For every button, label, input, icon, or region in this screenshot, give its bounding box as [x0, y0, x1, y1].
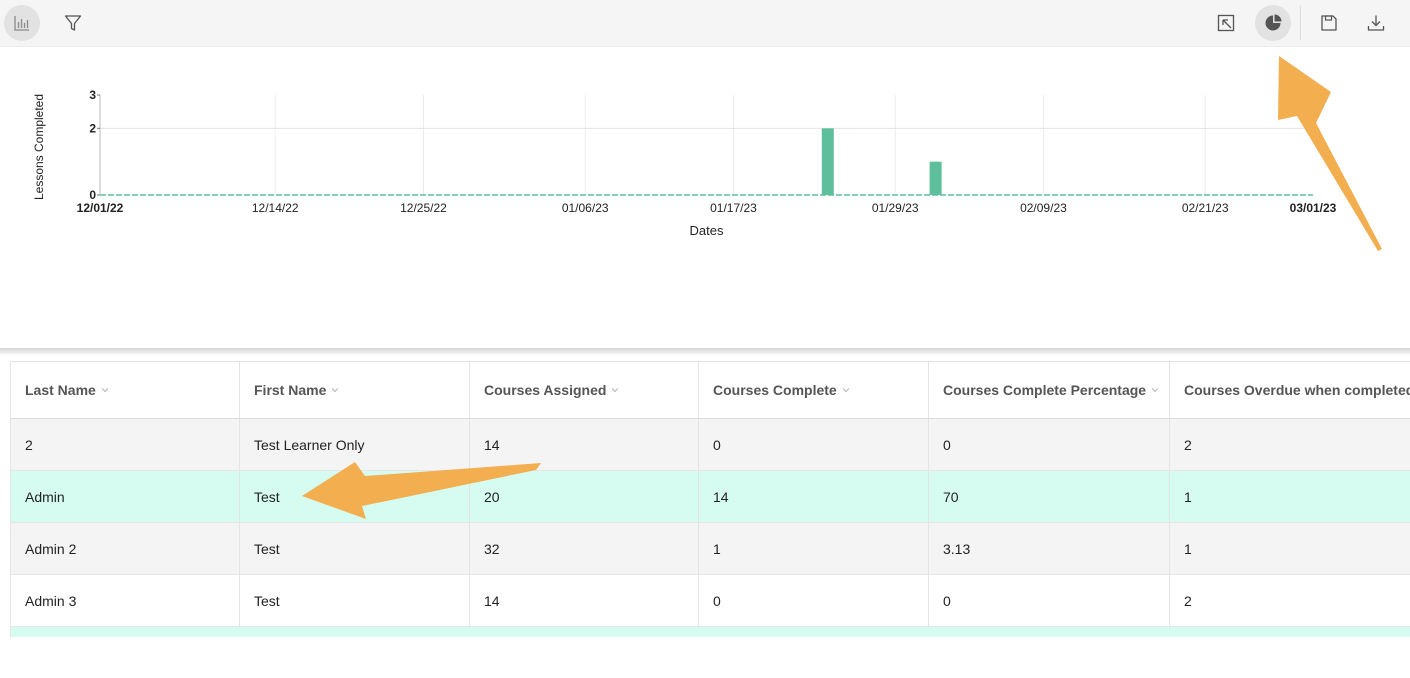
- cell-courses-assigned: 20: [470, 471, 699, 522]
- chart-bar: [821, 128, 834, 195]
- cell-courses-complete: 1: [699, 523, 929, 574]
- cell-last-name: Admin 3: [11, 575, 240, 626]
- pie-chart-icon: [1265, 14, 1282, 31]
- report-page: 0 2 3 12/01/22 12/14/22 12/25/22 01/06/23 01/17…: [0, 0, 1410, 678]
- y-tick-label: 3: [89, 88, 96, 102]
- cell-courses-complete: 0: [699, 575, 929, 626]
- download-button[interactable]: [1358, 5, 1394, 41]
- save-button[interactable]: [1311, 5, 1347, 41]
- x-tick-label: 12/25/22: [400, 201, 447, 215]
- x-tick-label: 12/14/22: [252, 201, 299, 215]
- table-header-row: Last Name First Name Courses Assigned Co…: [11, 362, 1410, 419]
- chevron-down-icon: [101, 388, 109, 393]
- x-tick-label: 01/17/23: [710, 201, 757, 215]
- chevron-down-icon: [1151, 388, 1159, 393]
- chart-divider: [0, 348, 1410, 354]
- column-header-label: Courses Assigned: [484, 382, 607, 398]
- column-header-last-name[interactable]: Last Name: [11, 362, 240, 418]
- chart-bar: [929, 161, 942, 195]
- column-header-label: Courses Overdue when completed: [1184, 382, 1410, 398]
- table-row[interactable]: 2 Test Learner Only 14 0 0 2: [11, 419, 1410, 471]
- cell-first-name: Test: [240, 575, 470, 626]
- toolbar: [0, 0, 1410, 47]
- cell-courses-complete-percentage: 0: [929, 419, 1170, 470]
- column-header-label: Courses Complete: [713, 382, 837, 398]
- cell-courses-complete-percentage: 0: [929, 575, 1170, 626]
- bar-chart-button[interactable]: [4, 5, 40, 41]
- cell-courses-complete-percentage: 70: [929, 471, 1170, 522]
- cell-first-name: Test: [240, 523, 470, 574]
- toolbar-divider: [1300, 6, 1301, 40]
- bar-chart-icon: [14, 16, 29, 31]
- x-tick-label: 12/01/22: [77, 201, 124, 215]
- column-header-courses-complete[interactable]: Courses Complete: [699, 362, 929, 418]
- cell-courses-assigned: 32: [470, 523, 699, 574]
- column-header-label: First Name: [254, 382, 327, 398]
- chevron-down-icon: [842, 388, 850, 393]
- column-header-courses-complete-percentage[interactable]: Courses Complete Percentage: [929, 362, 1170, 418]
- x-tick-label: 03/01/23: [1290, 201, 1337, 215]
- column-header-first-name[interactable]: First Name: [240, 362, 470, 418]
- cell-courses-overdue: 2: [1184, 592, 1192, 609]
- cell-courses-overdue: 2: [1184, 436, 1192, 453]
- cell-last-name: Admin: [11, 471, 240, 522]
- table-row-partial[interactable]: [11, 627, 1410, 637]
- cell-courses-overdue: 1: [1184, 488, 1192, 505]
- download-icon: [1367, 15, 1385, 31]
- column-header-courses-assigned[interactable]: Courses Assigned: [470, 362, 699, 418]
- lessons-chart: 0 2 3 12/01/22 12/14/22 12/25/22 01/06/23 01/17…: [0, 47, 1410, 349]
- table-row-selected[interactable]: Admin Test 20 14 70 1: [11, 471, 1410, 523]
- pop-out-button[interactable]: [1208, 5, 1244, 41]
- pie-chart-button[interactable]: [1255, 5, 1291, 41]
- cell-last-name: Admin 2: [11, 523, 240, 574]
- filter-icon: [64, 15, 82, 31]
- x-tick-label: 02/21/23: [1182, 201, 1229, 215]
- cell-courses-complete: 0: [699, 419, 929, 470]
- column-header-label: Last Name: [25, 382, 96, 398]
- chevron-down-icon: [332, 388, 339, 393]
- chart-svg: 0 2 3 12/01/22 12/14/22 12/25/22 01/06/23 01/17…: [32, 88, 1337, 238]
- filter-button[interactable]: [55, 5, 91, 41]
- y-axis-label: Lessons Completed: [32, 94, 46, 200]
- report-table: Last Name First Name Courses Assigned Co…: [10, 361, 1410, 637]
- cell-first-name: Test Learner Only: [240, 419, 470, 470]
- cell-courses-assigned: 14: [470, 575, 699, 626]
- x-axis-label: Dates: [690, 223, 724, 238]
- column-header-courses-overdue[interactable]: Courses Overdue when completed: [1170, 362, 1410, 418]
- cell-courses-overdue: 1: [1184, 540, 1192, 557]
- y-tick-label: 2: [89, 121, 96, 135]
- x-tick-label: 01/29/23: [872, 201, 919, 215]
- cell-courses-complete-percentage: 3.13: [929, 523, 1170, 574]
- save-icon: [1321, 15, 1337, 31]
- x-tick-label: 02/09/23: [1020, 201, 1067, 215]
- y-tick-label: 0: [89, 188, 96, 202]
- cell-courses-complete: 14: [699, 471, 929, 522]
- cell-courses-assigned: 14: [470, 419, 699, 470]
- cell-first-name: Test: [240, 471, 470, 522]
- x-tick-label: 01/06/23: [562, 201, 609, 215]
- table-row[interactable]: Admin 3 Test 14 0 0 2: [11, 575, 1410, 627]
- table-row[interactable]: Admin 2 Test 32 1 3.13 1: [11, 523, 1410, 575]
- column-header-label: Courses Complete Percentage: [943, 382, 1147, 398]
- chevron-down-icon: [612, 388, 619, 393]
- cell-last-name: 2: [11, 419, 240, 470]
- pop-out-icon: [1217, 14, 1235, 32]
